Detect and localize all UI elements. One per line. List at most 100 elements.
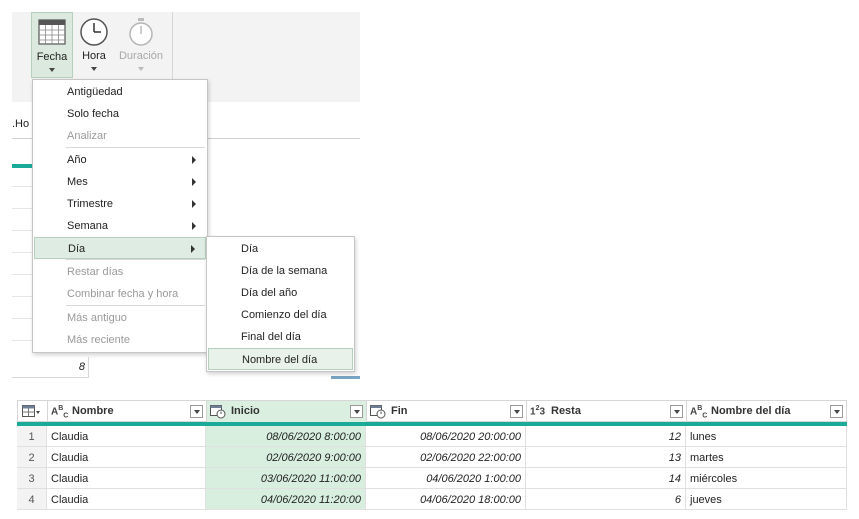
datetime-type-icon [370,405,386,419]
table-cell[interactable]: martes [686,447,847,468]
column-filter-button[interactable] [830,405,843,418]
table-cell[interactable]: 14 [526,468,686,489]
chevron-right-icon [192,200,196,208]
table-cell[interactable]: 03/06/2020 11:00:00 [206,468,366,489]
grid-line [12,318,32,319]
menu-item-label: Mes [67,176,88,188]
column-header-label: Nombre [72,405,114,417]
submenu-item-start-of-day[interactable]: Comienzo del día [208,304,353,326]
table-cell[interactable]: Claudia [47,426,206,447]
column-header-label: Resta [551,405,581,417]
submenu-item-day-of-week[interactable]: Día de la semana [208,260,353,282]
grid-line [12,186,32,187]
menu-item-parse: Analizar [34,125,206,147]
row-number[interactable]: 2 [17,447,47,468]
column-header-label: Fin [391,405,408,417]
column-filter-button[interactable] [670,405,683,418]
menu-item-label: Combinar fecha y hora [67,288,179,300]
grid-line [12,340,32,341]
submenu-item-day-of-year[interactable]: Día del año [208,282,353,304]
table-menu-button[interactable] [18,401,48,422]
column-filter-button[interactable] [350,405,363,418]
text-type-icon: ABC [51,405,69,420]
menu-item-quarter[interactable]: Trimestre [34,193,206,215]
column-header-nombre[interactable]: ABC Nombre [48,401,207,422]
time-button[interactable]: Hora [75,12,113,76]
table-icon [22,405,40,417]
table-cell[interactable]: Claudia [47,447,206,468]
table-row: 4 Claudia 04/06/2020 11:20:00 04/06/2020… [17,489,847,510]
table-cell[interactable]: Claudia [47,468,206,489]
column-filter-button[interactable] [190,405,203,418]
table-cell[interactable]: jueves [686,489,847,510]
column-header-label: Nombre del día [711,405,791,417]
table-cell[interactable]: 12 [526,426,686,447]
date-button[interactable]: Fecha [31,12,73,78]
table-cell[interactable]: 04/06/2020 1:00:00 [366,468,526,489]
table-cell[interactable]: 13 [526,447,686,468]
submenu-item-label: Comienzo del día [241,309,327,321]
chevron-down-icon [91,67,97,71]
table-cell[interactable]: 04/06/2020 18:00:00 [366,489,526,510]
table-header: ABC Nombre Inicio Fin 123 Resta ABC Nomb… [17,400,847,422]
formula-fragment: .Ho [12,118,30,130]
menu-item-label: Más antiguo [67,312,127,324]
column-header-inicio[interactable]: Inicio [207,401,367,422]
table-cell[interactable]: 02/06/2020 9:00:00 [206,447,366,468]
table-row: 3 Claudia 03/06/2020 11:00:00 04/06/2020… [17,468,847,489]
duration-button-label: Duración [118,50,164,62]
chevron-right-icon [192,156,196,164]
menu-item-month[interactable]: Mes [34,171,206,193]
grid-line [12,274,32,275]
column-filter-button[interactable] [510,405,523,418]
table-cell[interactable]: 04/06/2020 11:20:00 [206,489,366,510]
menu-item-label: Restar días [67,266,124,278]
calendar-icon [38,19,66,45]
duration-button[interactable]: Duración [114,12,168,76]
menu-item-year[interactable]: Año [34,149,206,171]
date-menu: Antigüedad Solo fecha Analizar Año Mes T… [32,79,208,353]
table-cell[interactable]: 02/06/2020 22:00:00 [366,447,526,468]
grid-line [12,230,32,231]
grid-line [12,252,32,253]
column-header-resta[interactable]: 123 Resta [527,401,687,422]
text-type-icon: ABC [690,405,708,420]
menu-item-date-only[interactable]: Solo fecha [34,103,206,125]
column-quality-bar [12,164,32,168]
submenu-item-label: Día del año [241,287,298,299]
menu-item-combine-date-time: Combinar fecha y hora [34,283,206,305]
menu-item-label: Analizar [67,130,107,142]
menu-separator [66,147,205,148]
menu-item-label: Día [68,243,86,255]
table-cell[interactable]: 08/06/2020 8:00:00 [206,426,366,447]
table-cell[interactable]: 6 [526,489,686,510]
menu-item-latest: Más reciente [34,329,206,351]
row-number[interactable]: 4 [17,489,47,510]
menu-item-week[interactable]: Semana [34,215,206,237]
background-cell: 8 [12,357,89,378]
menu-item-day[interactable]: Día [34,237,206,259]
chevron-right-icon [192,178,196,186]
menu-item-age[interactable]: Antigüedad [34,81,206,103]
submenu-item-day[interactable]: Día [208,238,353,260]
chevron-right-icon [192,222,196,230]
table-cell[interactable]: lunes [686,426,847,447]
table-cell[interactable]: Claudia [47,489,206,510]
column-header-label: Inicio [231,405,260,417]
row-number[interactable]: 1 [17,426,47,447]
column-header-fin[interactable]: Fin [367,401,527,422]
table-cell[interactable]: 08/06/2020 20:00:00 [366,426,526,447]
submenu-item-end-of-day[interactable]: Final del día [208,326,353,348]
menu-separator [66,259,205,260]
menu-item-label: Año [67,154,87,166]
table-cell[interactable]: miércoles [686,468,847,489]
row-number[interactable]: 3 [17,468,47,489]
stopwatch-icon [129,18,153,46]
submenu-item-day-name[interactable]: Nombre del día [208,348,353,370]
datetime-type-icon [210,405,226,419]
table-row: 2 Claudia 02/06/2020 9:00:00 02/06/2020 … [17,447,847,468]
menu-item-earliest: Más antiguo [34,307,206,329]
grid-line [12,208,32,209]
date-button-label: Fecha [36,51,68,63]
column-header-nombre-del-dia[interactable]: ABC Nombre del día [687,401,846,422]
